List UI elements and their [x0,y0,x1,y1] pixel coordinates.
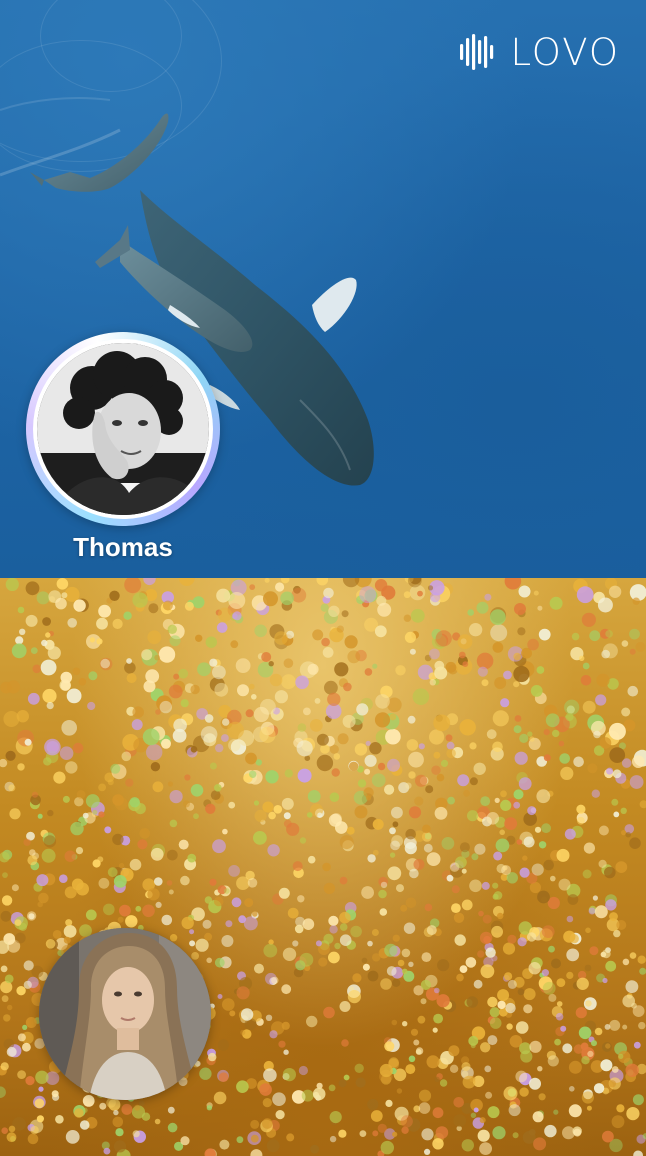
sound-wave-icon [460,34,494,70]
logo-wordmark: LOVO [510,30,620,74]
speaker-thomas[interactable]: Thomas [26,332,220,563]
top-scene-ocean: LOVO Thomas [0,0,646,578]
active-speaker-ring [26,332,220,526]
avatar-woman[interactable] [39,928,211,1100]
lovo-logo: LOVO [458,30,620,74]
small-whale [30,113,169,192]
speaker-name-label: Thomas [73,532,173,562]
video-stage: LOVO Thomas [0,0,646,1156]
avatar-thomas[interactable] [37,343,209,515]
